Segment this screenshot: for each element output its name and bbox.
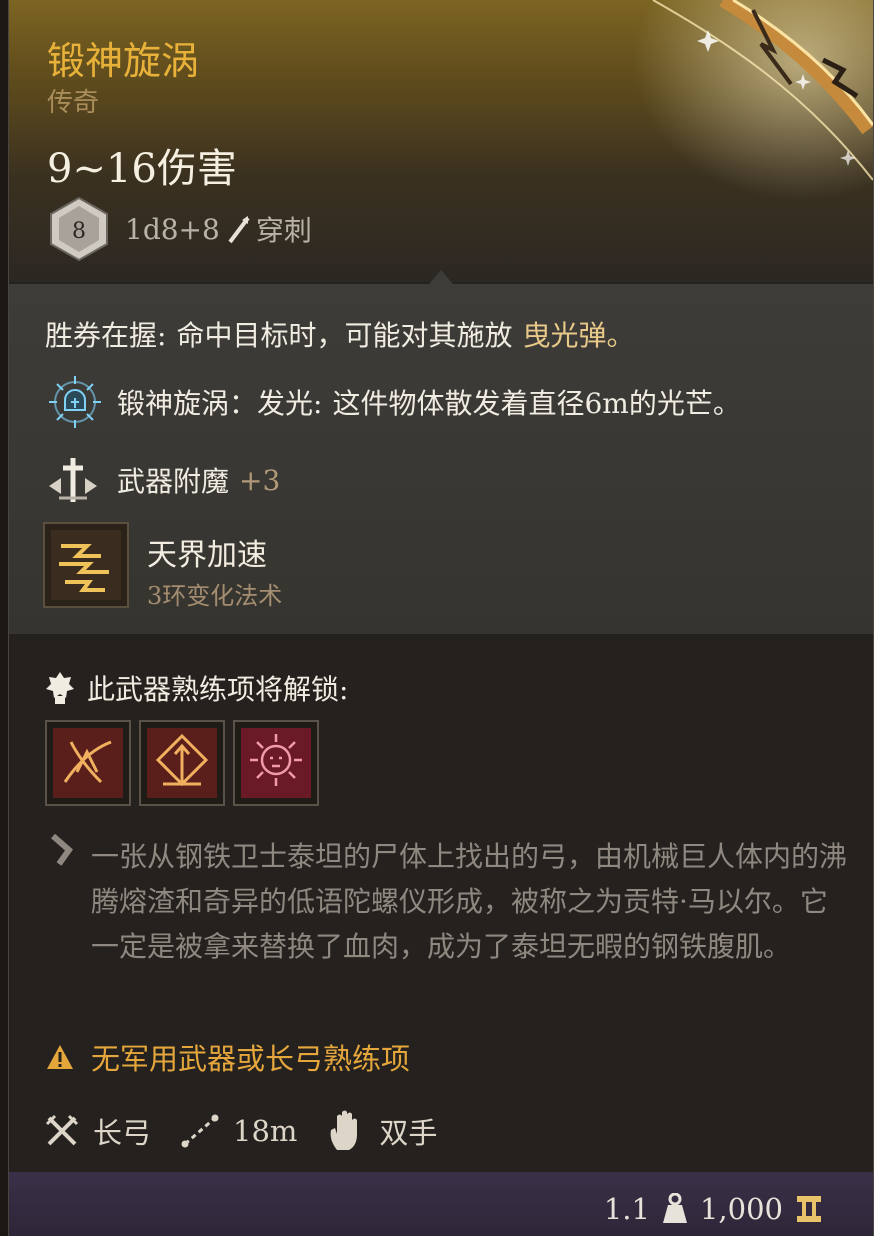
damage-range: 9~16伤害 — [47, 146, 237, 192]
proficiency-header: 此武器熟练项将解锁: — [45, 668, 348, 708]
weapon-type-prop: 长弓 — [45, 1110, 151, 1152]
item-tooltip: 锻神旋涡 传奇 9~16伤害 8 1d8+8 穿刺 胜券在握: 命中目标时，可能… — [8, 0, 874, 1236]
item-name: 锻神旋涡 — [47, 39, 200, 83]
enchant-label: 武器附魔 — [117, 465, 230, 498]
glow-source: 锻神旋涡： — [117, 387, 258, 420]
gold-coin-icon — [797, 1196, 821, 1222]
dice-value: 8 — [72, 219, 86, 244]
item-rarity: 传奇 — [47, 88, 100, 118]
details-section: 此武器熟练项将解锁: 一张从钢铁卫士泰坦的尸体上找出的弓，由机械巨人体内的沸腾熔… — [9, 634, 873, 1172]
tooltip-header: 锻神旋涡 传奇 9~16伤害 8 1d8+8 穿刺 — [9, 0, 873, 282]
damage-roll: 1d8+8 — [125, 212, 220, 246]
tooltip-footer: 1.1 1,000 — [9, 1172, 873, 1236]
action-slot-1[interactable] — [45, 720, 131, 806]
proficiency-header-text: 此武器熟练项将解锁: — [87, 673, 349, 706]
tracer-spell-link[interactable]: 曳光弹。 — [522, 314, 634, 354]
handedness-value: 双手 — [379, 1116, 438, 1150]
enchant-value: +3 — [239, 463, 281, 497]
range-icon — [181, 1114, 219, 1148]
haste-spell-icon — [51, 530, 121, 600]
hand-icon — [331, 1110, 358, 1150]
spell-name: 天界加速 — [147, 538, 267, 573]
weight-icon — [662, 1193, 687, 1223]
glow-label: 发光: — [257, 387, 323, 420]
enchant-line: 武器附魔 +3 — [45, 456, 280, 504]
weight-value-row: 1.1 1,000 — [604, 1192, 835, 1226]
weapon-enchant-icon — [49, 458, 97, 502]
weapon-type: 长弓 — [93, 1116, 152, 1150]
weapon-properties: 长弓 18m 双手 — [45, 1110, 467, 1152]
action-slot-3[interactable] — [233, 720, 319, 806]
handedness-prop: 双手 — [327, 1110, 437, 1152]
range-value: 18m — [233, 1114, 298, 1148]
proficiency-warning: 无军用武器或长弓熟练项 — [45, 1036, 410, 1078]
glow-line: 锻神旋涡： 发光: 这件物体散发着直径6m的光芒。 — [45, 372, 741, 432]
d8-dice-icon: 8 — [50, 196, 108, 262]
item-value: 1,000 — [699, 1192, 783, 1226]
bow-illustration — [633, 0, 873, 200]
warning-text: 无军用武器或长弓熟练项 — [91, 1042, 411, 1076]
item-description: 一张从钢铁卫士泰坦的尸体上找出的弓，由机械巨人体内的沸腾熔渣和奇异的低语陀螺仪形… — [91, 840, 848, 963]
glow-text: 这件物体散发着直径6m的光芒。 — [332, 387, 741, 420]
warning-icon — [47, 1045, 73, 1069]
skull-burst-icon — [241, 728, 311, 798]
range-prop: 18m — [181, 1114, 297, 1148]
passive-name: 胜券在握: — [45, 319, 167, 352]
glow-helmet-icon — [49, 376, 101, 428]
proficiency-badge-icon — [46, 672, 74, 704]
item-weight: 1.1 — [603, 1192, 650, 1226]
piercing-arrow-icon — [228, 216, 250, 244]
lore-quill-icon — [51, 834, 74, 866]
action-slot-2[interactable] — [139, 720, 225, 806]
crossed-swords-icon — [45, 1114, 79, 1146]
effects-section: 胜券在握: 命中目标时，可能对其施放 曳光弹。 锻神旋涡： 发光: 这件物体散发… — [9, 284, 873, 634]
damage-type: 穿刺 — [255, 214, 312, 247]
passive-text: 命中目标时，可能对其施放 — [176, 319, 513, 352]
spell-level: 3环变化法术 — [147, 582, 283, 610]
passive-line: 胜券在握: 命中目标时，可能对其施放 曳光弹。 — [45, 314, 634, 354]
arrow-frame-icon — [147, 728, 217, 798]
spell-icon-box[interactable] — [43, 522, 129, 608]
divider-notch — [429, 270, 453, 284]
bow-stance-icon — [53, 728, 123, 798]
damage-roll-row: 8 1d8+8 穿刺 — [47, 196, 312, 262]
